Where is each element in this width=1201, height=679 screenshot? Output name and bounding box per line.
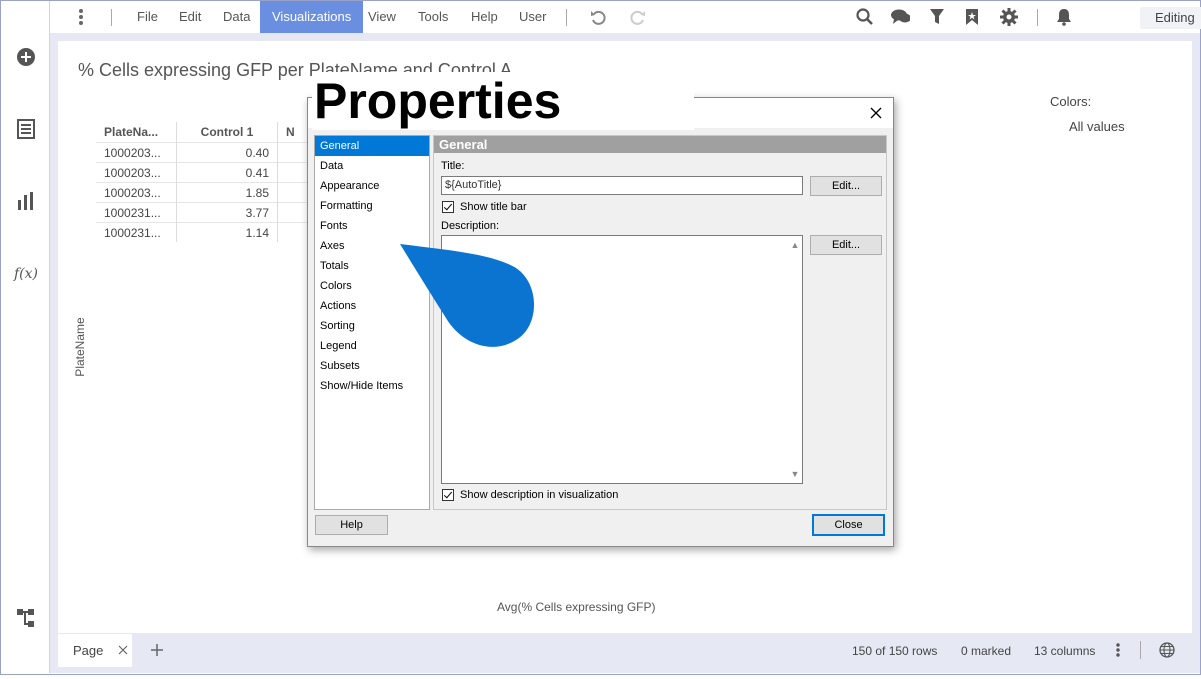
globe-icon[interactable] — [1157, 640, 1177, 660]
table-row[interactable]: 1000231... 1.14 — [96, 222, 314, 242]
dialog-title: Properties — [312, 72, 694, 130]
y-axis-label: PlateName — [73, 317, 87, 377]
close-icon[interactable] — [865, 102, 887, 124]
notifications-bell-icon[interactable] — [1054, 7, 1074, 27]
visualization-icon[interactable] — [15, 190, 37, 212]
more-menu-icon[interactable] — [71, 7, 91, 27]
table-cell: 1000203... — [96, 162, 177, 183]
settings-gear-icon[interactable] — [999, 7, 1019, 27]
properties-dialog: General Data Appearance Formatting Fonts… — [307, 97, 894, 547]
scroll-up-icon[interactable]: ▲ — [790, 240, 800, 250]
marked-status: 0 marked — [961, 644, 1012, 658]
title-input[interactable]: ${AutoTitle} — [441, 176, 803, 195]
table-cell: 0.40 — [176, 142, 278, 163]
close-tab-icon[interactable] — [118, 634, 128, 679]
mode-select-value: Editing — [1155, 10, 1195, 25]
menu-separator — [1037, 9, 1038, 26]
help-button[interactable]: Help — [315, 515, 388, 535]
table-cell: 1000203... — [96, 182, 177, 203]
table-row[interactable]: 1000231... 3.77 — [96, 202, 314, 223]
nav-item-fonts[interactable]: Fonts — [315, 216, 429, 236]
table-cell: 1000231... — [96, 222, 177, 242]
menu-file[interactable]: File — [137, 1, 158, 33]
mode-select[interactable]: Editing — [1140, 7, 1201, 29]
close-button[interactable]: Close — [812, 514, 885, 536]
description-label: Description: — [441, 220, 500, 232]
title-label: Title: — [441, 160, 465, 172]
page-tab-label: Page — [73, 643, 104, 658]
colors-value[interactable]: All values — [1069, 119, 1125, 134]
nav-item-general[interactable]: General — [315, 136, 429, 156]
show-description-label: Show description in visualization — [460, 489, 619, 501]
menu-visualizations[interactable]: Visualizations — [260, 1, 364, 33]
table-cell: 1.14 — [176, 222, 278, 242]
undo-icon[interactable] — [588, 7, 608, 27]
menu-help[interactable]: Help — [471, 1, 498, 33]
drop-annotation-shape — [400, 244, 534, 347]
data-flow-icon[interactable] — [15, 607, 37, 629]
menu-separator — [566, 9, 567, 26]
colors-label: Colors: — [1050, 94, 1092, 109]
nav-item-subsets[interactable]: Subsets — [315, 356, 429, 376]
nav-item-data[interactable]: Data — [315, 156, 429, 176]
column-count-status: 13 columns — [1034, 644, 1096, 658]
show-description-checkbox[interactable] — [442, 489, 454, 501]
status-more-icon[interactable] — [1108, 640, 1128, 660]
table-cell: 1.85 — [176, 182, 278, 203]
search-icon[interactable] — [855, 7, 875, 27]
show-title-bar-checkbox[interactable] — [442, 201, 454, 213]
bottom-bar: Page 150 of 150 rows 0 marked 13 columns — [50, 634, 1200, 673]
nav-item-appearance[interactable]: Appearance — [315, 176, 429, 196]
x-axis-label: Avg(% Cells expressing GFP) — [497, 600, 656, 614]
title-edit-button[interactable]: Edit... — [810, 176, 882, 196]
menu-separator — [111, 9, 112, 26]
description-edit-button[interactable]: Edit... — [810, 235, 882, 255]
redo-icon[interactable] — [628, 7, 648, 27]
column-header[interactable]: PlateNa... — [96, 122, 177, 143]
table-row[interactable]: 1000203... 1.85 — [96, 182, 314, 203]
show-title-bar-label: Show title bar — [460, 201, 527, 213]
table-cell: 3.77 — [176, 202, 278, 223]
left-sidebar: f(x) — [1, 1, 50, 673]
panel-header: General — [434, 136, 886, 153]
table-cell: 1000231... — [96, 202, 177, 223]
menu-user[interactable]: User — [519, 1, 546, 33]
status-separator — [1140, 641, 1141, 659]
comments-icon[interactable] — [890, 7, 910, 27]
table-row[interactable]: 1000203... 0.40 — [96, 142, 314, 163]
table-cell: 0.41 — [176, 162, 278, 183]
nav-item-formatting[interactable]: Formatting — [315, 196, 429, 216]
add-page-icon[interactable] — [147, 640, 167, 660]
menu-view[interactable]: View — [368, 1, 396, 33]
filter-icon[interactable] — [927, 7, 947, 27]
data-table-icon[interactable] — [15, 118, 37, 140]
table-row[interactable]: 1000203... 0.41 — [96, 162, 314, 183]
menu-bar: File Edit Data Visualizations View Tools… — [50, 1, 1201, 33]
row-count-status: 150 of 150 rows — [852, 644, 938, 658]
cross-table: PlateNa... Control 1 N 1000203... 0.40 10… — [96, 122, 314, 242]
function-icon[interactable]: f(x) — [14, 263, 38, 285]
menu-edit[interactable]: Edit — [179, 1, 201, 33]
menu-data[interactable]: Data — [223, 1, 250, 33]
scroll-down-icon[interactable]: ▼ — [790, 469, 800, 479]
nav-item-show-hide-items[interactable]: Show/Hide Items — [315, 376, 429, 396]
page-tab[interactable]: Page — [58, 634, 132, 667]
table-cell: 1000203... — [96, 142, 177, 163]
add-icon[interactable] — [15, 46, 37, 68]
menu-tools[interactable]: Tools — [418, 1, 448, 33]
bookmark-icon[interactable] — [962, 7, 982, 27]
column-header[interactable]: Control 1 — [176, 122, 278, 143]
